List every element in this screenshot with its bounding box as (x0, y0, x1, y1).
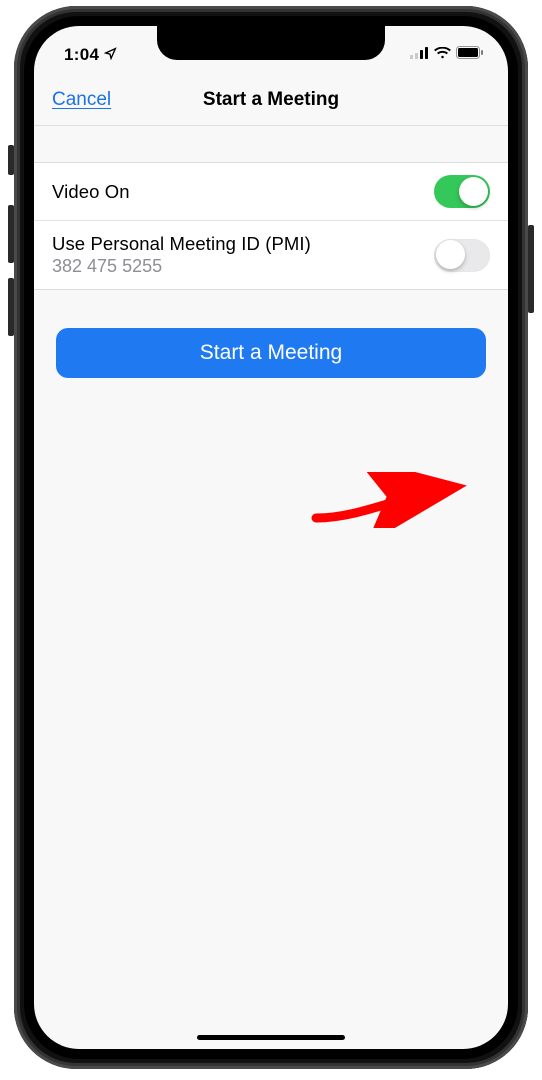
location-icon (104, 45, 117, 65)
status-time: 1:04 (64, 45, 99, 65)
power-button (528, 225, 534, 313)
home-indicator[interactable] (197, 1035, 345, 1040)
video-on-row: Video On (34, 163, 508, 220)
annotation-arrow-icon (311, 472, 471, 528)
start-meeting-button[interactable]: Start a Meeting (56, 328, 486, 378)
pmi-row: Use Personal Meeting ID (PMI) 382 475 52… (34, 220, 508, 289)
cancel-button[interactable]: Cancel (52, 89, 111, 111)
wifi-icon (434, 46, 451, 64)
screen: 1:04 (34, 26, 508, 1049)
cellular-icon (410, 46, 429, 64)
navigation-bar: Cancel Start a Meeting (34, 74, 508, 126)
content-area: Video On Use Personal Meeting ID (PMI) 3… (34, 126, 508, 378)
pmi-toggle[interactable] (434, 239, 490, 272)
video-on-toggle[interactable] (434, 175, 490, 208)
video-on-label: Video On (52, 181, 130, 203)
pmi-number: 382 475 5255 (52, 256, 311, 277)
notch (157, 26, 385, 60)
settings-list: Video On Use Personal Meeting ID (PMI) 3… (34, 162, 508, 290)
battery-icon (456, 46, 484, 64)
phone-frame: 1:04 (14, 6, 528, 1069)
pmi-label: Use Personal Meeting ID (PMI) (52, 233, 311, 255)
